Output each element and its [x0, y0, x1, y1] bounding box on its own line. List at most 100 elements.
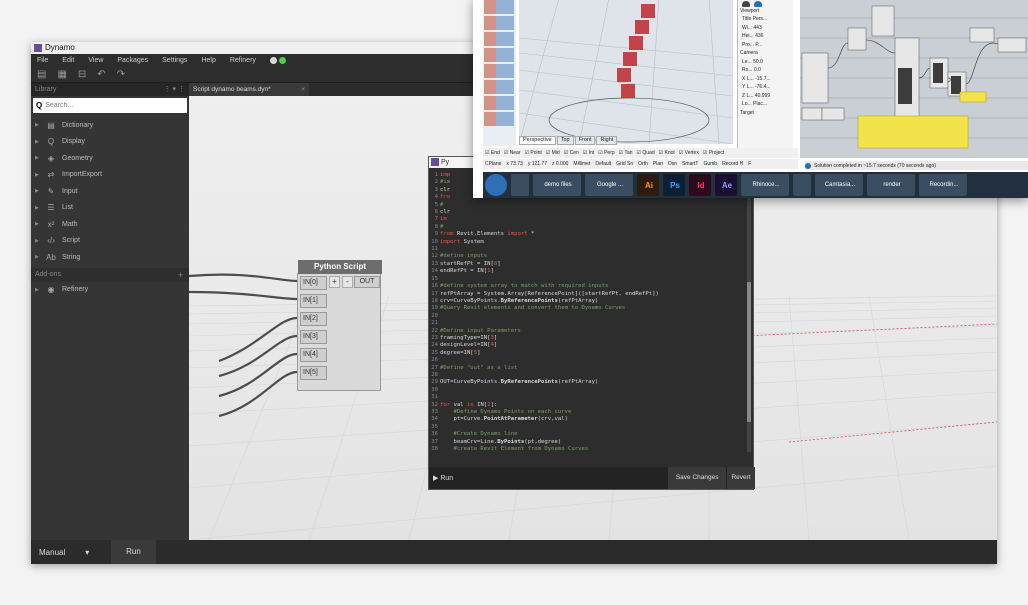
code-line[interactable]: 32 for val in IN[2]:	[429, 402, 747, 409]
tool-icon[interactable]	[484, 96, 514, 110]
calculator-taskbar-button[interactable]	[511, 174, 529, 196]
code-line[interactable]: 10 import System	[429, 239, 747, 246]
code-line[interactable]: 30	[429, 387, 747, 394]
code-line[interactable]: 27 #Define "out" as a list	[429, 365, 747, 372]
osnap-knot[interactable]: ☑ Knot	[659, 150, 675, 156]
menu-refinery[interactable]: Refinery	[230, 57, 256, 64]
code-line[interactable]: 29 OUT=CurveByPoints.ByReferencePoints(re…	[429, 379, 747, 386]
code-line[interactable]: 9 from Revit.Elements import *	[429, 231, 747, 238]
code-line[interactable]: 28	[429, 372, 747, 379]
property-row[interactable]: Le... 50.0	[738, 58, 793, 67]
code-line[interactable]: 12 #define inputs	[429, 253, 747, 260]
perspective-viewport[interactable]	[519, 0, 733, 144]
code-line[interactable]: 36 #Create Dynamo line	[429, 431, 747, 438]
code-area[interactable]: 1 imp 2 #im 3 clr 4 fro 5 #6 clr 7 im 8 #9 from Revit.E…	[429, 172, 747, 468]
add-icon[interactable]: +	[178, 270, 183, 280]
code-line[interactable]: 8 #	[429, 224, 747, 231]
input-port-0[interactable]: IN[0]	[300, 276, 327, 290]
code-line[interactable]: 25 degree=IN[5]	[429, 350, 747, 357]
code-line[interactable]: 26	[429, 357, 747, 364]
menu-file[interactable]: File	[37, 57, 48, 64]
tab-front[interactable]: Front	[574, 136, 596, 145]
code-line[interactable]: 7 im	[429, 216, 747, 223]
illustrator-taskbar-button[interactable]: Ai	[637, 174, 659, 196]
code-line[interactable]: 21	[429, 320, 747, 327]
code-line[interactable]: 37 beamCrv=Line.ByPoints(pt,degree)	[429, 439, 747, 446]
library-controls-icon[interactable]: ⋮ ▾ ⋮	[164, 83, 185, 96]
tab-top[interactable]: Top	[556, 136, 574, 145]
recording-taskbar-button[interactable]: Recordin...	[919, 174, 967, 196]
property-row[interactable]: Y L... -76.4...	[738, 83, 793, 92]
code-line[interactable]: 15	[429, 276, 747, 283]
property-row[interactable]: Wi... 443	[738, 24, 793, 33]
library-category-input[interactable]: ▶ ✎ Input	[31, 183, 189, 200]
status-field[interactable]: Millimet	[573, 161, 590, 167]
property-row[interactable]: Title Pers...	[738, 15, 793, 24]
library-category-geometry[interactable]: ▶ ◈ Geometry	[31, 150, 189, 167]
indesign-taskbar-button[interactable]: Id	[689, 174, 711, 196]
osnap-end[interactable]: ☑ End	[485, 150, 500, 156]
status-field[interactable]: Default	[595, 161, 611, 167]
scroll-thumb[interactable]	[747, 282, 751, 422]
tool-icon[interactable]	[484, 112, 514, 126]
code-line[interactable]: 31	[429, 394, 747, 401]
osnap-perp[interactable]: ☑ Perp	[598, 150, 614, 156]
undo-icon[interactable]: ↶	[97, 69, 105, 80]
status-field[interactable]: x 73.73	[506, 161, 522, 167]
tool-icon[interactable]	[484, 16, 514, 30]
editor-scrollbar[interactable]	[747, 172, 751, 452]
status-field[interactable]: F	[748, 161, 751, 167]
osnap-project[interactable]: ☑ Project	[703, 150, 724, 156]
code-line[interactable]: 17 refPtArray = System.Array[ReferencePoi…	[429, 291, 747, 298]
code-line[interactable]: 24 designLevel=IN[4]	[429, 342, 747, 349]
status-field[interactable]: CPlane	[485, 161, 501, 167]
search-input[interactable]	[45, 102, 166, 109]
property-row[interactable]: Z L... 40.999	[738, 92, 793, 101]
menu-help[interactable]: Help	[201, 57, 215, 64]
code-line[interactable]: 23 framingType=IN[3]	[429, 335, 747, 342]
status-field[interactable]: SmartT	[682, 161, 698, 167]
output-port[interactable]: OUT	[354, 276, 380, 288]
after-effects-taskbar-button[interactable]: Ae	[715, 174, 737, 196]
folder-taskbar-button[interactable]: demo files	[533, 174, 581, 196]
code-line[interactable]: 35	[429, 424, 747, 431]
tool-icon[interactable]	[484, 80, 514, 94]
library-category-string[interactable]: ▶ Ab String	[31, 249, 189, 266]
osnap-vertex[interactable]: ☑ Vertex	[679, 150, 699, 156]
status-field[interactable]: Gumb	[703, 161, 717, 167]
input-port-2[interactable]: IN[2]	[300, 312, 327, 326]
chrome-taskbar-button[interactable]: Google ...	[585, 174, 633, 196]
camtasia-taskbar-button[interactable]: Camtasia...	[815, 174, 863, 196]
code-line[interactable]: 11	[429, 246, 747, 253]
code-line[interactable]: 5 #	[429, 202, 747, 209]
osnap-int[interactable]: ☑ Int	[583, 150, 594, 156]
revert-button[interactable]: Revert	[727, 467, 755, 489]
property-row[interactable]: Hei... 436	[738, 32, 793, 41]
code-line[interactable]: 38 #create Revit Element from Dynamo Cur…	[429, 446, 747, 453]
status-field[interactable]: Grid Sn	[616, 161, 633, 167]
menu-packages[interactable]: Packages	[117, 57, 148, 64]
input-port-1[interactable]: IN[1]	[300, 294, 327, 308]
osnap-cen[interactable]: ☑ Cen	[564, 150, 579, 156]
tool-icon[interactable]	[484, 64, 514, 78]
tool-icon[interactable]	[484, 32, 514, 46]
input-port-4[interactable]: IN[4]	[300, 348, 327, 362]
input-port-3[interactable]: IN[3]	[300, 330, 327, 344]
input-port-5[interactable]: IN[5]	[300, 366, 327, 380]
library-category-list[interactable]: ▶ ☰ List	[31, 200, 189, 217]
code-line[interactable]: 33 #Define Dynamo Points on each curve	[429, 409, 747, 416]
object-icon[interactable]	[742, 1, 750, 7]
run-mode-dropdown[interactable]: Manual ▾	[31, 548, 111, 557]
code-line[interactable]: 6 clr	[429, 209, 747, 216]
osnap-point[interactable]: ☑ Point	[525, 150, 542, 156]
addon-refinery[interactable]: ▶ ◉ Refinery	[31, 282, 189, 299]
editor-run-button[interactable]: ▶ Run	[429, 474, 668, 482]
code-line[interactable]: 20	[429, 313, 747, 320]
code-line[interactable]: 19 #Query Revit elements and convert them…	[429, 305, 747, 312]
remove-input-button[interactable]: -	[342, 276, 353, 288]
code-line[interactable]: 16 #define system array to match with req…	[429, 283, 747, 290]
menu-edit[interactable]: Edit	[62, 57, 74, 64]
close-icon[interactable]: ×	[301, 83, 305, 96]
save-file-icon[interactable]: ⊟	[78, 69, 86, 80]
open-file-icon[interactable]: ▦	[57, 69, 66, 80]
